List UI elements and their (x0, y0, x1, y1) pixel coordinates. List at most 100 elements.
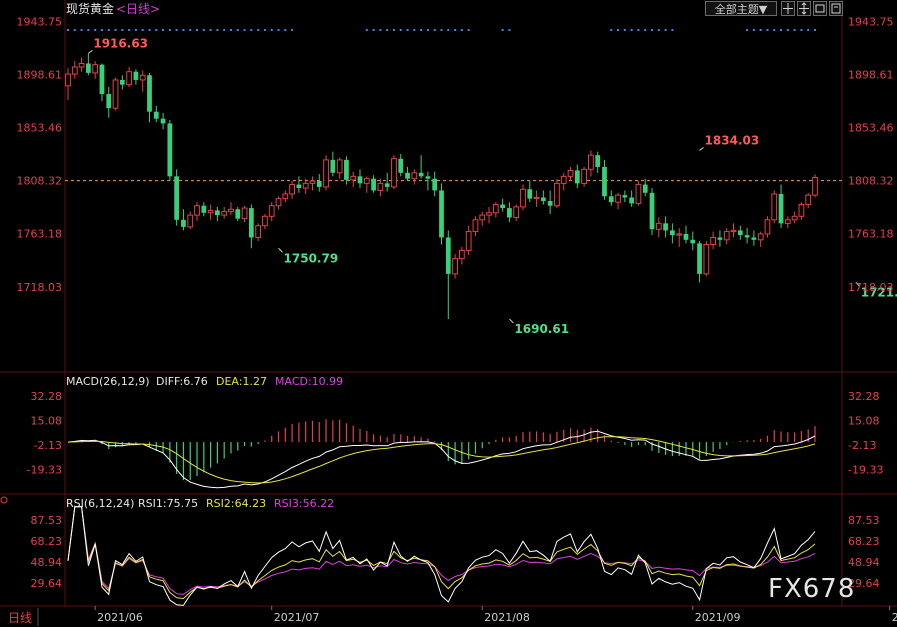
candle-up (126, 71, 132, 86)
rsi-left-tick: 48.94 (31, 556, 63, 569)
candle-up (676, 233, 683, 236)
event-marker-dot (426, 29, 429, 31)
x-tick-label: 2021/07 (274, 611, 320, 624)
candle-up (465, 231, 472, 251)
macd-panel (67, 419, 816, 489)
rsi-indicator-dot[interactable] (0, 496, 8, 504)
candle-up (452, 258, 458, 275)
x-tick-label: 2021/06 (97, 611, 143, 624)
candle-up (479, 214, 486, 221)
price-annotation: 1916.63 (93, 36, 148, 50)
candle-up (323, 159, 329, 188)
annotation-leader (699, 147, 704, 151)
footer-period-label[interactable]: 日线 (8, 611, 32, 625)
price-annotation: 1750.79 (284, 251, 339, 265)
candle-up (112, 79, 119, 109)
event-marker-dot (73, 29, 76, 31)
candle-down (99, 64, 105, 95)
event-marker-dot (263, 29, 266, 31)
candle-down (439, 190, 444, 238)
candle-down (507, 208, 512, 218)
price-left-tick: 1763.18 (17, 228, 63, 241)
price-annotation: 1834.03 (705, 133, 760, 147)
period-label[interactable]: <日线> (116, 2, 160, 16)
candle-down (751, 237, 757, 240)
candle-up (309, 180, 316, 184)
candle-down (215, 210, 220, 216)
candle-down (778, 193, 784, 224)
candle-up (588, 154, 594, 170)
price-right-tick: 1943.75 (848, 15, 894, 28)
event-marker-dot (175, 29, 178, 31)
price-left-tick: 1718.03 (17, 281, 63, 294)
event-marker-dot (67, 29, 69, 31)
price-right-tick: 1808.32 (848, 175, 894, 188)
expand-icon[interactable] (797, 1, 811, 16)
chevron-down-icon: ▼ (758, 3, 768, 16)
candle-up (812, 177, 818, 196)
candle-up (262, 215, 268, 227)
candle-down (697, 243, 702, 274)
event-marker-dot (746, 29, 749, 31)
rsi-legend-rsi2: RSI2:64.23 (206, 497, 266, 510)
candle-up (567, 169, 574, 177)
macd-right-tick: -19.33 (848, 464, 883, 477)
event-marker-dot (793, 29, 796, 31)
candle-up (730, 229, 737, 233)
candle-down (316, 181, 322, 187)
event-marker-dot (216, 29, 219, 31)
candle-up (798, 204, 805, 217)
candle-up (194, 205, 200, 216)
theme-dropdown[interactable]: 全部主题▼ (705, 1, 777, 16)
rsi-left-tick: 87.53 (31, 514, 63, 527)
candle-up (207, 209, 214, 214)
event-marker-dot (644, 29, 647, 31)
candle-down (174, 176, 180, 220)
candle-down (418, 172, 424, 177)
rsi-left-tick: 68.23 (31, 535, 63, 548)
candle-down (119, 79, 125, 85)
candle-up (513, 206, 520, 218)
event-marker-dot (664, 29, 667, 31)
macd-right-tick: 32.28 (848, 390, 880, 403)
event-marker-dot (148, 29, 151, 31)
event-marker-dot (155, 29, 158, 31)
candle-down (181, 219, 186, 227)
event-marker-dot (508, 29, 511, 31)
window-restore-icon[interactable] (813, 1, 827, 16)
candle-up (560, 175, 567, 184)
event-marker-dot (202, 29, 205, 31)
crosshair-icon[interactable] (781, 1, 795, 16)
event-marker-dot (223, 29, 226, 31)
macd-left-tick: 32.28 (31, 390, 63, 403)
event-marker-dot (107, 29, 110, 31)
event-marker-dot (134, 29, 137, 31)
candle-down (160, 118, 166, 124)
candle-down (602, 166, 607, 197)
event-marker-dot (671, 29, 674, 31)
candle-down (425, 176, 431, 179)
candle-up (275, 198, 282, 207)
event-marker-dot (392, 29, 395, 31)
event-marker-dot (617, 29, 620, 31)
candle-down (608, 196, 614, 203)
event-marker-dot (460, 29, 463, 31)
event-marker-dot (780, 29, 783, 31)
window-maximize-icon[interactable] (829, 1, 843, 16)
event-marker-dot (501, 29, 504, 31)
event-marker-dot (386, 29, 389, 31)
event-marker-dot (399, 29, 402, 31)
event-marker-dot (440, 29, 443, 31)
candle-up (139, 74, 146, 81)
macd-left-tick: -19.33 (27, 464, 62, 477)
candle-up (65, 73, 71, 87)
candle-down (717, 237, 723, 240)
candle-down (357, 176, 363, 184)
event-marker-dot (236, 29, 239, 31)
event-marker-dot (379, 29, 382, 31)
rsi-right-tick: 87.53 (848, 514, 880, 527)
candle-up (377, 182, 384, 191)
candle-up (784, 219, 791, 224)
candle-up (615, 194, 621, 203)
price-left-tick: 1943.75 (17, 15, 63, 28)
